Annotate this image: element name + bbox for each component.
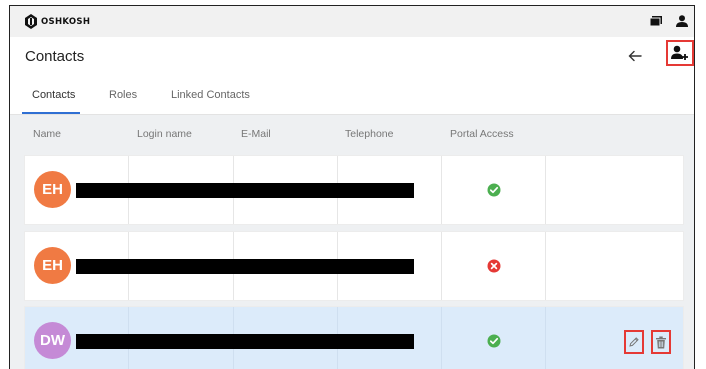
- logo-icon: [25, 14, 37, 29]
- user-account-icon[interactable]: [676, 15, 688, 27]
- active-tab-indicator: [22, 112, 80, 114]
- cards-icon[interactable]: [650, 16, 662, 26]
- portal-access-granted-icon: [487, 334, 501, 348]
- tab-contacts[interactable]: Contacts: [32, 89, 75, 101]
- table-row-selected[interactable]: DW: [25, 307, 683, 369]
- cell-divider: [441, 232, 442, 300]
- trash-icon: [656, 336, 666, 348]
- page-title: Contacts: [25, 48, 85, 65]
- redacted-contact-info: [76, 183, 414, 198]
- table-header: Name Login name E-Mail Telephone Portal …: [10, 116, 694, 154]
- tab-linked-contacts[interactable]: Linked Contacts: [171, 89, 250, 101]
- page-header: Contacts: [10, 37, 694, 77]
- edit-button[interactable]: [624, 330, 644, 354]
- cell-divider: [441, 156, 442, 224]
- avatar: EH: [34, 171, 71, 208]
- table-row[interactable]: EH: [25, 156, 683, 224]
- column-header-portal-access[interactable]: Portal Access: [450, 128, 514, 140]
- portal-access-denied-icon: [487, 259, 501, 273]
- cell-divider: [545, 232, 546, 300]
- tab-bar: Contacts Roles Linked Contacts: [10, 77, 694, 115]
- tab-roles[interactable]: Roles: [109, 89, 137, 101]
- avatar: DW: [34, 322, 71, 359]
- cell-divider: [545, 307, 546, 369]
- portal-access-granted-icon: [487, 183, 501, 197]
- brand-name: OSHKOSH: [41, 16, 91, 27]
- delete-button[interactable]: [651, 330, 671, 354]
- cell-divider: [441, 307, 442, 369]
- column-header-login-name[interactable]: Login name: [137, 128, 192, 140]
- app-window: OSHKOSH Contacts Contacts Roles Linked C…: [9, 5, 695, 369]
- redacted-contact-info: [76, 259, 414, 274]
- column-header-telephone[interactable]: Telephone: [345, 128, 393, 140]
- column-header-email[interactable]: E-Mail: [241, 128, 271, 140]
- add-contact-button[interactable]: [666, 40, 694, 66]
- table-row[interactable]: EH: [25, 232, 683, 300]
- brand-logo[interactable]: OSHKOSH: [25, 14, 90, 29]
- cell-divider: [545, 156, 546, 224]
- pencil-icon: [629, 337, 639, 347]
- avatar: EH: [34, 247, 71, 284]
- add-user-icon: [671, 45, 688, 60]
- back-arrow-icon[interactable]: [627, 47, 643, 65]
- top-bar: OSHKOSH: [10, 6, 694, 37]
- redacted-contact-info: [76, 334, 414, 349]
- column-header-name[interactable]: Name: [33, 128, 61, 140]
